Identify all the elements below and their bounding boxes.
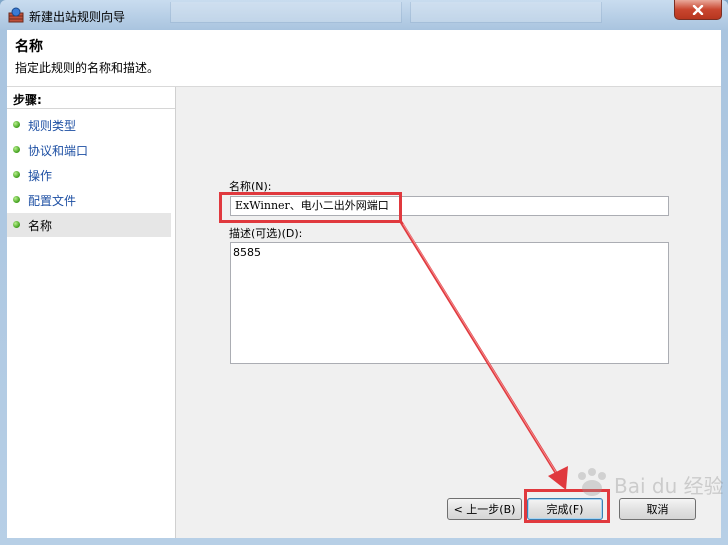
- cancel-button[interactable]: 取消: [619, 498, 696, 520]
- green-dot-icon: [13, 121, 20, 128]
- green-dot-icon: [13, 146, 20, 153]
- green-dot-icon: [13, 196, 20, 203]
- close-icon: [692, 4, 704, 15]
- firewall-icon: [8, 7, 24, 23]
- step-rule-type[interactable]: 规则类型: [7, 113, 171, 137]
- page-subtitle: 指定此规则的名称和描述。: [15, 61, 160, 75]
- page-title: 名称: [15, 39, 43, 55]
- step-label: 规则类型: [28, 119, 77, 133]
- steps-heading: 步骤:: [13, 93, 42, 107]
- step-protocol-port[interactable]: 协议和端口: [7, 138, 171, 162]
- background-window-tabs: [170, 2, 630, 24]
- step-label: 操作: [28, 169, 53, 183]
- description-textarea[interactable]: 8585: [230, 242, 669, 364]
- steps-divider: [7, 108, 175, 109]
- back-button[interactable]: < 上一步(B): [447, 498, 522, 520]
- wizard-window: 新建出站规则向导 名称 指定此规则的名称和描述。 步骤: 规则类型 协议和端口: [0, 0, 728, 545]
- close-button[interactable]: [674, 0, 722, 20]
- step-label: 配置文件: [28, 194, 77, 208]
- step-action[interactable]: 操作: [7, 163, 171, 187]
- step-profile[interactable]: 配置文件: [7, 188, 171, 212]
- wizard-header: 名称 指定此规则的名称和描述。: [7, 30, 721, 87]
- description-label: 描述(可选)(D):: [229, 227, 303, 240]
- watermark-text: Bai du 经验: [614, 474, 724, 498]
- title-bar: 新建出站规则向导: [0, 0, 728, 30]
- steps-sidebar: 步骤: 规则类型 协议和端口 操作 配置文件 名称: [7, 87, 176, 538]
- step-label: 名称: [28, 219, 53, 233]
- green-dot-icon: [13, 171, 20, 178]
- window-title: 新建出站规则向导: [29, 10, 126, 24]
- step-label: 协议和端口: [28, 144, 89, 158]
- name-highlight-box: [219, 192, 402, 223]
- watermark-logo: Bai du 经验: [574, 468, 724, 503]
- green-dot-icon: [13, 221, 20, 228]
- step-name[interactable]: 名称: [7, 213, 171, 237]
